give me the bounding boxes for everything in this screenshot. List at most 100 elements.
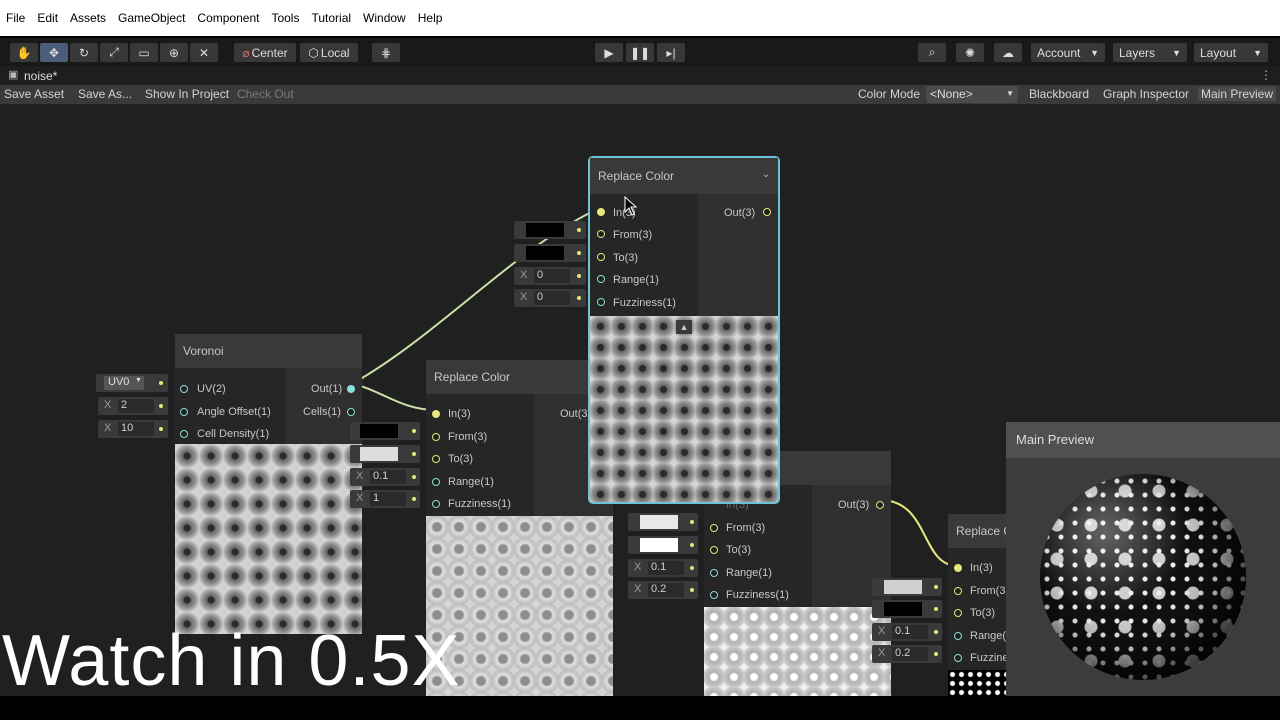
from-color-field[interactable] bbox=[514, 221, 586, 239]
fuzziness-field[interactable]: X 0.2 bbox=[872, 645, 942, 663]
search-icon[interactable]: ⌕ bbox=[918, 43, 946, 62]
hand-tool-icon[interactable]: ✋ bbox=[10, 43, 38, 62]
fuzziness-field[interactable]: X 0 bbox=[514, 289, 586, 307]
from-color-swatch[interactable] bbox=[884, 580, 922, 594]
angle-offset-field[interactable]: X 2 bbox=[98, 397, 168, 415]
main-preview-panel[interactable]: Main Preview bbox=[1006, 422, 1280, 696]
space-mode-button[interactable]: ⬡ Local bbox=[300, 43, 358, 62]
from-color-field[interactable] bbox=[350, 422, 420, 440]
from-color-swatch[interactable] bbox=[640, 515, 678, 529]
density-value[interactable]: 10 bbox=[118, 422, 154, 436]
main-preview-header[interactable]: Main Preview bbox=[1006, 422, 1280, 458]
to-color-swatch[interactable] bbox=[640, 538, 678, 552]
in-input-port[interactable] bbox=[597, 208, 605, 216]
pivot-mode-button[interactable]: ⌀ Center bbox=[234, 43, 296, 62]
fuzziness-field[interactable]: X 1 bbox=[350, 490, 420, 508]
move-tool-icon[interactable]: ✥ bbox=[40, 43, 68, 62]
from-input-port[interactable] bbox=[597, 230, 605, 238]
grid-snap-icon[interactable]: ⋕ bbox=[372, 43, 400, 62]
replace-mid-header[interactable]: Replace Color bbox=[426, 360, 613, 394]
in-input-port[interactable] bbox=[432, 410, 440, 418]
fuzz-value[interactable]: 0.2 bbox=[892, 647, 928, 661]
menu-assets[interactable]: Assets bbox=[70, 11, 106, 25]
preview-sphere[interactable] bbox=[1040, 474, 1246, 680]
cell-density-field[interactable]: X 10 bbox=[98, 420, 168, 438]
to-color-field[interactable] bbox=[350, 445, 420, 463]
range-input-port[interactable] bbox=[954, 632, 962, 640]
range-input-port[interactable] bbox=[432, 478, 440, 486]
tab-menu-icon[interactable]: ⋮ bbox=[1260, 68, 1272, 82]
blackboard-toggle[interactable]: Blackboard bbox=[1029, 87, 1089, 101]
replace-top-header[interactable]: Replace Color ⌄ bbox=[590, 158, 778, 194]
from-color-field[interactable] bbox=[628, 513, 698, 531]
menu-help[interactable]: Help bbox=[418, 11, 443, 25]
fuzziness-input-port[interactable] bbox=[954, 654, 962, 662]
from-input-port[interactable] bbox=[432, 433, 440, 441]
to-input-port[interactable] bbox=[710, 546, 718, 554]
range-input-port[interactable] bbox=[710, 569, 718, 577]
out-output-port[interactable] bbox=[347, 385, 355, 393]
from-color-field[interactable] bbox=[872, 578, 942, 596]
to-color-field[interactable] bbox=[514, 244, 586, 262]
to-color-swatch[interactable] bbox=[360, 447, 398, 461]
play-button-icon[interactable]: ▶ bbox=[595, 43, 623, 62]
show-in-project-button[interactable]: Show In Project bbox=[145, 87, 229, 101]
range-value[interactable]: 0 bbox=[534, 269, 570, 283]
cells-output-port[interactable] bbox=[347, 408, 355, 416]
chevron-down-icon[interactable]: ⌄ bbox=[762, 169, 770, 180]
uv-input-port[interactable] bbox=[180, 385, 188, 393]
rect-tool-icon[interactable]: ▭ bbox=[130, 43, 158, 62]
pause-button-icon[interactable]: ❚❚ bbox=[626, 43, 654, 62]
voronoi-node-header[interactable]: Voronoi bbox=[175, 334, 362, 368]
to-input-port[interactable] bbox=[597, 253, 605, 261]
color-mode-dropdown[interactable]: <None> ▼ bbox=[926, 86, 1018, 103]
menu-gameobject[interactable]: GameObject bbox=[118, 11, 185, 25]
fuzz-value[interactable]: 1 bbox=[370, 492, 406, 506]
in-input-port[interactable] bbox=[954, 564, 962, 572]
range-field[interactable]: X 0 bbox=[514, 267, 586, 285]
to-input-port[interactable] bbox=[954, 609, 962, 617]
range-field[interactable]: X 0.1 bbox=[628, 559, 698, 577]
account-dropdown[interactable]: Account ▼ bbox=[1031, 43, 1105, 62]
uv-channel-dropdown[interactable]: UV0 ▼ bbox=[96, 374, 168, 392]
to-input-port[interactable] bbox=[432, 455, 440, 463]
step-button-icon[interactable]: ▸| bbox=[657, 43, 685, 62]
rotate-tool-icon[interactable]: ↻ bbox=[70, 43, 98, 62]
services-icon[interactable]: ✺ bbox=[956, 43, 984, 62]
angle-input-port[interactable] bbox=[180, 408, 188, 416]
menu-file[interactable]: File bbox=[6, 11, 25, 25]
check-out-button[interactable]: Check Out bbox=[237, 87, 294, 101]
range-value[interactable]: 0.1 bbox=[370, 470, 406, 484]
to-color-field[interactable] bbox=[872, 600, 942, 618]
layers-dropdown[interactable]: Layers ▼ bbox=[1113, 43, 1187, 62]
out-output-port[interactable] bbox=[876, 501, 884, 509]
to-color-swatch[interactable] bbox=[884, 602, 922, 616]
range-field[interactable]: X 0.1 bbox=[350, 468, 420, 486]
angle-value[interactable]: 2 bbox=[118, 399, 154, 413]
fuzz-value[interactable]: 0 bbox=[534, 291, 570, 305]
range-value[interactable]: 0.1 bbox=[648, 561, 684, 575]
out-output-port[interactable] bbox=[763, 208, 771, 216]
from-input-port[interactable] bbox=[954, 587, 962, 595]
replace-color-node-top[interactable]: Replace Color ⌄ In(3) From(3) To(3) Rang… bbox=[588, 156, 780, 504]
save-as-button[interactable]: Save As... bbox=[78, 87, 132, 101]
fuzz-value[interactable]: 0.2 bbox=[648, 583, 684, 597]
from-input-port[interactable] bbox=[710, 524, 718, 532]
range-field[interactable]: X 0.1 bbox=[872, 623, 942, 641]
scale-tool-icon[interactable]: ⤢ bbox=[100, 43, 128, 62]
range-value[interactable]: 0.1 bbox=[892, 625, 928, 639]
fuzziness-input-port[interactable] bbox=[597, 298, 605, 306]
graph-inspector-toggle[interactable]: Graph Inspector bbox=[1103, 87, 1189, 101]
from-color-swatch[interactable] bbox=[526, 223, 564, 237]
main-preview-toggle[interactable]: Main Preview bbox=[1198, 87, 1277, 101]
voronoi-node[interactable]: Voronoi UV(2) Angle Offset(1) Cell Densi… bbox=[175, 334, 362, 634]
collapse-preview-icon[interactable]: ▲ bbox=[676, 320, 692, 334]
fuzziness-input-port[interactable] bbox=[710, 591, 718, 599]
save-asset-button[interactable]: Save Asset bbox=[4, 87, 64, 101]
menu-tutorial[interactable]: Tutorial bbox=[311, 11, 351, 25]
layout-dropdown[interactable]: Layout ▼ bbox=[1194, 43, 1268, 62]
fuzziness-input-port[interactable] bbox=[432, 500, 440, 508]
range-input-port[interactable] bbox=[597, 275, 605, 283]
custom-tool-icon[interactable]: ✕ bbox=[190, 43, 218, 62]
menu-edit[interactable]: Edit bbox=[37, 11, 58, 25]
